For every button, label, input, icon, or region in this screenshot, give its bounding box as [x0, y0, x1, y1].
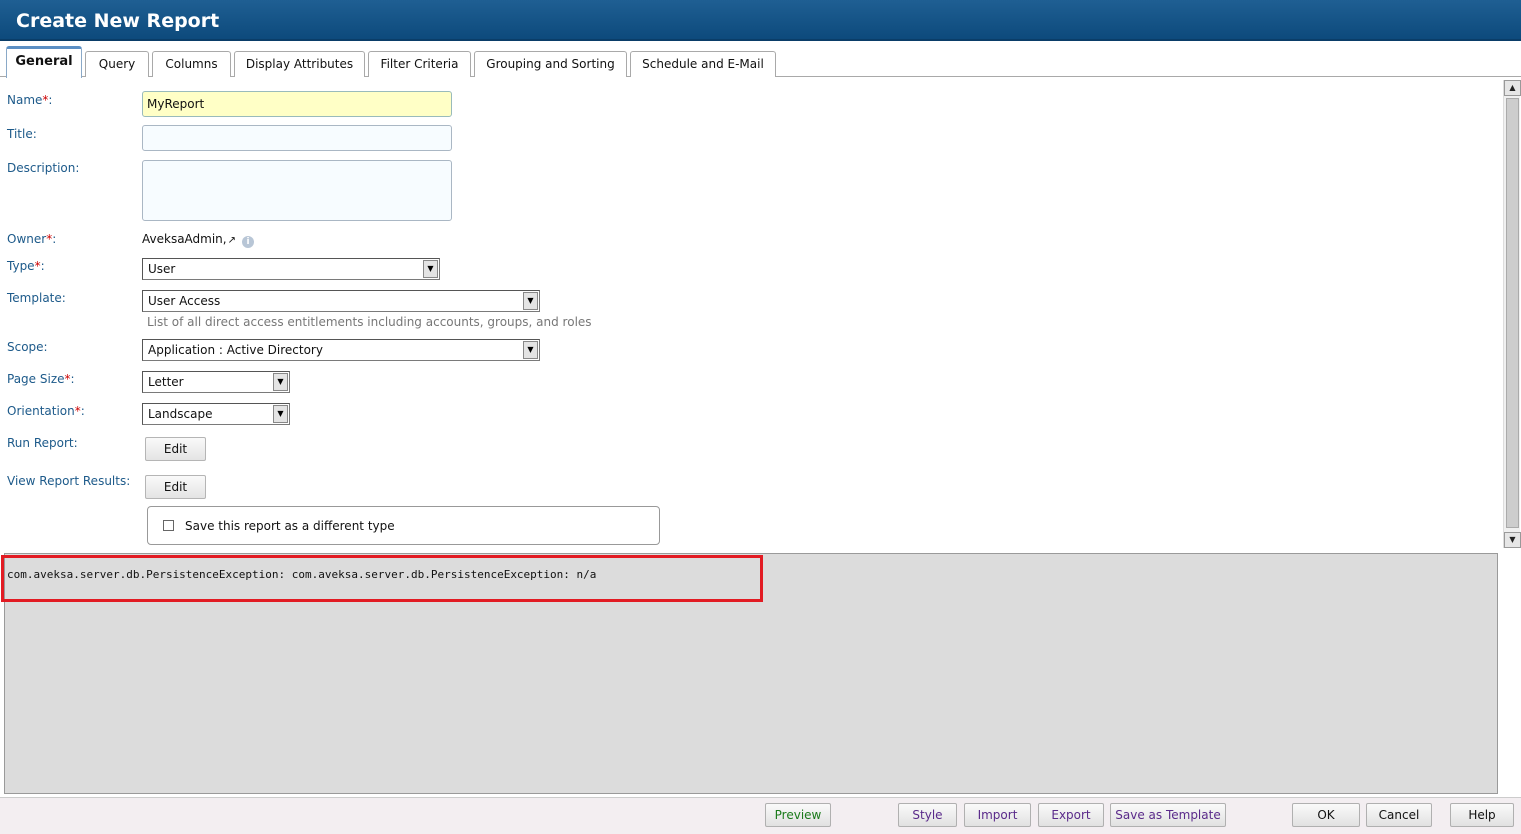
scope-select-value: Application : Active Directory — [148, 343, 323, 357]
type-select[interactable]: User ▼ — [142, 258, 440, 280]
page-size-label: Page Size*: — [7, 372, 75, 386]
style-button[interactable]: Style — [898, 803, 957, 827]
tab-general[interactable]: General — [6, 46, 82, 78]
tab-display-attributes[interactable]: Display Attributes — [234, 51, 365, 77]
owner-name[interactable]: AveksaAdmin, — [142, 232, 227, 246]
template-hint: List of all direct access entitlements i… — [147, 315, 592, 329]
cancel-button[interactable]: Cancel — [1366, 803, 1432, 827]
tab-query[interactable]: Query — [85, 51, 149, 77]
scope-label: Scope: — [7, 340, 48, 354]
window-title: Create New Report — [16, 10, 220, 32]
save-different-type-label[interactable]: Save this report as a different type — [185, 519, 395, 533]
title-bar: Create New Report — [0, 0, 1521, 41]
orientation-label: Orientation*: — [7, 404, 85, 418]
owner-value: AveksaAdmin,↗ i — [142, 232, 254, 248]
tab-filter-criteria[interactable]: Filter Criteria — [368, 51, 471, 77]
tab-bar: General Query Columns Display Attributes… — [0, 44, 1521, 78]
title-input[interactable] — [142, 125, 452, 151]
export-button[interactable]: Export — [1038, 803, 1104, 827]
description-label: Description: — [7, 161, 80, 175]
preview-button[interactable]: Preview — [765, 803, 831, 827]
page-size-select-value: Letter — [148, 375, 184, 389]
chevron-down-icon: ▼ — [423, 260, 438, 278]
view-results-edit-button[interactable]: Edit — [145, 475, 206, 499]
description-textarea[interactable] — [142, 160, 452, 221]
save-different-type-checkbox[interactable] — [163, 520, 174, 531]
chevron-down-icon: ▼ — [273, 373, 288, 391]
tab-schedule-and-email[interactable]: Schedule and E-Mail — [630, 51, 776, 77]
scroll-down-arrow-icon[interactable]: ▼ — [1504, 532, 1521, 548]
tab-grouping-and-sorting[interactable]: Grouping and Sorting — [474, 51, 627, 77]
page-size-select[interactable]: Letter ▼ — [142, 371, 290, 393]
type-select-value: User — [148, 262, 176, 276]
type-label: Type*: — [7, 259, 45, 273]
chevron-down-icon: ▼ — [523, 341, 538, 359]
scrollbar-thumb[interactable] — [1506, 98, 1519, 528]
chevron-down-icon: ▼ — [523, 292, 538, 310]
orientation-select-value: Landscape — [148, 407, 213, 421]
external-link-icon[interactable]: ↗ — [228, 235, 236, 246]
error-highlight-box — [1, 555, 763, 602]
save-different-type-box: Save this report as a different type — [147, 506, 660, 545]
ok-button[interactable]: OK — [1292, 803, 1360, 827]
owner-label: Owner*: — [7, 232, 57, 246]
template-select-value: User Access — [148, 294, 221, 308]
name-input[interactable] — [142, 91, 452, 117]
view-results-label: View Report Results: — [7, 474, 131, 488]
template-select[interactable]: User Access ▼ — [142, 290, 540, 312]
help-button[interactable]: Help — [1450, 803, 1514, 827]
run-report-edit-button[interactable]: Edit — [145, 437, 206, 461]
orientation-select[interactable]: Landscape ▼ — [142, 403, 290, 425]
import-button[interactable]: Import — [964, 803, 1031, 827]
template-label: Template: — [7, 291, 66, 305]
vertical-scrollbar[interactable]: ▲ ▼ — [1503, 80, 1521, 548]
general-form: Name*: Title: Description: Owner*: Aveks… — [0, 78, 1503, 548]
name-label: Name*: — [7, 93, 53, 107]
run-report-label: Run Report: — [7, 436, 78, 450]
footer-toolbar: Preview Style Import Export Save as Temp… — [0, 797, 1521, 834]
title-label: Title: — [7, 127, 37, 141]
scroll-up-arrow-icon[interactable]: ▲ — [1504, 80, 1521, 96]
chevron-down-icon: ▼ — [273, 405, 288, 423]
save-as-template-button[interactable]: Save as Template — [1110, 803, 1226, 827]
tab-columns[interactable]: Columns — [152, 51, 231, 77]
info-icon[interactable]: i — [242, 236, 254, 248]
scope-select[interactable]: Application : Active Directory ▼ — [142, 339, 540, 361]
